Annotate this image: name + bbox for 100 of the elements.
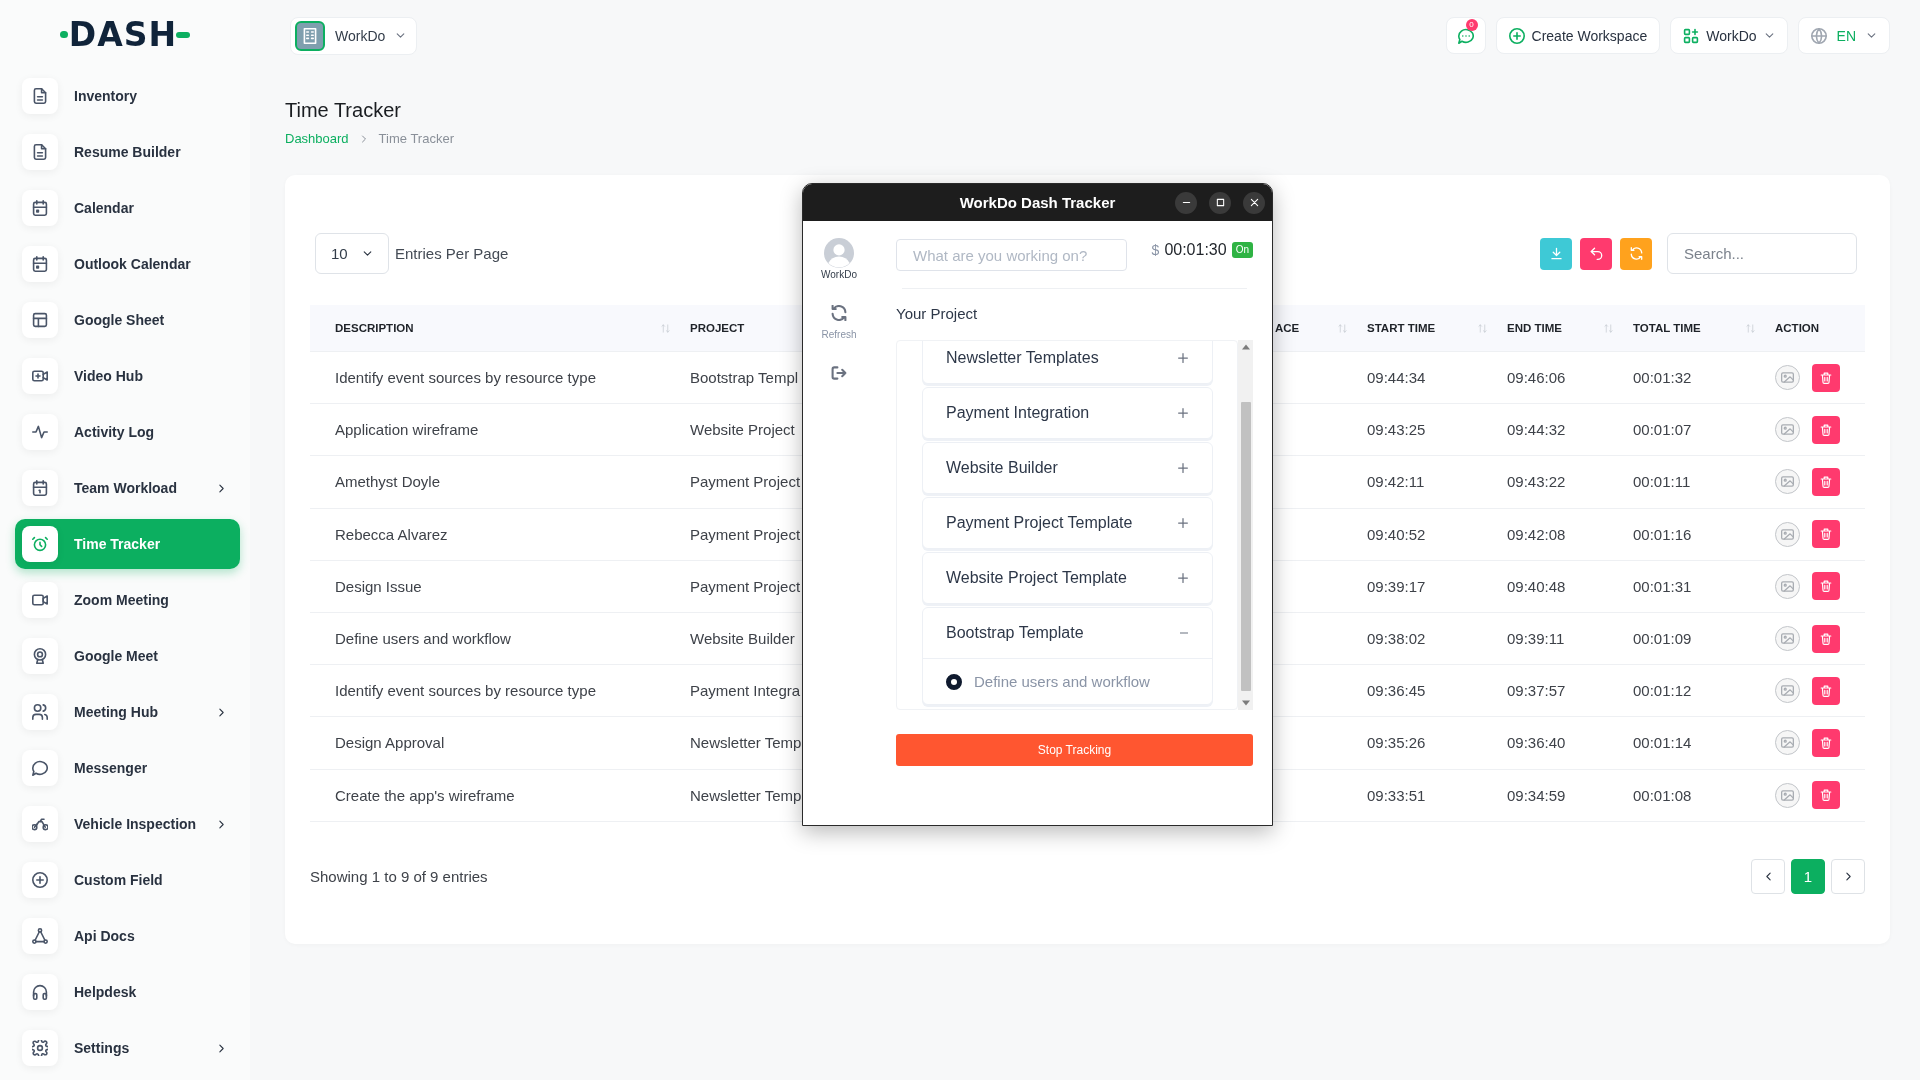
image-icon [1781,736,1794,750]
table-cell: 00:01:11 [1633,473,1691,491]
sidebar-item[interactable]: Custom Field [15,855,240,905]
search-field[interactable]: Search... [1667,233,1857,274]
task-field[interactable]: What are you working on? [896,239,1127,271]
sidebar-item[interactable]: Meeting Hub [15,687,240,737]
project-header[interactable]: Payment Integration [923,388,1212,438]
sidebar-item[interactable]: Google Sheet [15,295,240,345]
trash-icon [1820,528,1832,541]
table-cell: Website Project [690,421,795,439]
table-cell: 09:37:57 [1507,682,1566,700]
column-header[interactable]: ACE [1275,322,1300,334]
delete-button[interactable] [1812,467,1840,496]
view-button[interactable] [1775,521,1800,547]
project-header[interactable]: Newsletter Templates [923,341,1212,383]
sidebar-item[interactable]: Outlook Calendar [15,239,240,289]
pulse-icon [22,414,58,450]
delete-button[interactable] [1812,363,1840,392]
sidebar-item[interactable]: Google Meet [15,631,240,681]
project-header[interactable]: Website Project Template [923,553,1212,603]
view-button[interactable] [1775,730,1800,756]
delete-button[interactable] [1812,624,1840,653]
image-icon [1781,371,1794,385]
maximize-button[interactable] [1209,191,1231,214]
refresh-icon [831,305,847,321]
previous-page-button[interactable] [1751,858,1785,894]
delete-button[interactable] [1812,520,1840,549]
sidebar-item[interactable]: Api Docs [15,911,240,961]
sidebar-item[interactable]: Team Workload [15,463,240,513]
undo-button[interactable] [1580,237,1612,270]
sidebar-item[interactable]: Activity Log [15,407,240,457]
entries-select[interactable]: 10 [315,233,389,274]
project-header[interactable]: Bootstrap Template [923,608,1212,658]
sidebar-item[interactable]: Helpdesk [15,967,240,1017]
table-cell: Design Approval [335,734,445,752]
column-header[interactable]: START TIME [1367,322,1436,334]
view-button[interactable] [1775,469,1800,495]
refresh-button[interactable] [1620,237,1652,270]
table-cell: Application wireframe [335,421,479,439]
column-header[interactable]: END TIME [1507,322,1562,334]
column-header[interactable]: TOTAL TIME [1633,322,1701,334]
download-icon [1549,247,1563,260]
delete-button[interactable] [1812,781,1840,810]
table-cell: 00:01:14 [1633,734,1692,752]
table-cell: 09:36:40 [1507,734,1566,752]
breadcrumb-current: Time Tracker [378,131,454,147]
video-camera-icon [22,582,58,618]
view-button[interactable] [1775,573,1800,599]
sidebar-item[interactable]: Messenger [15,743,240,793]
table-cell: Identify event sources by resource type [335,369,596,387]
chevron-down-icon [1763,30,1775,41]
sidebar-item[interactable]: Vehicle Inspection [15,799,240,849]
table-cell: 09:36:45 [1367,682,1426,700]
table-cell: 00:01:32 [1633,369,1692,387]
calendar-icon [22,470,58,506]
scrollbar-thumb[interactable] [1240,402,1251,691]
table-cell: 09:43:25 [1367,421,1426,439]
table-cell: 09:44:34 [1367,369,1426,387]
workspace-dropdown[interactable]: WorkDo [290,16,418,55]
table-cell: 09:43:22 [1507,473,1566,491]
column-header[interactable]: DESCRIPTION [335,322,414,334]
view-button[interactable] [1775,782,1800,808]
delete-button[interactable] [1812,728,1840,757]
table-cell: Design Issue [335,577,422,595]
sidebar-item[interactable]: Resume Builder [15,127,240,177]
download-button[interactable] [1540,237,1572,270]
create-workspace-button[interactable]: Create Workspace [1495,17,1661,54]
next-page-button[interactable] [1831,858,1865,894]
table-cell: Bootstrap Templ [690,369,799,387]
calendar-icon [22,190,58,226]
delete-button[interactable] [1812,572,1840,601]
view-button[interactable] [1775,626,1800,652]
minimize-button[interactable] [1175,191,1197,214]
sidebar-item[interactable]: Zoom Meeting [15,575,240,625]
notification-badge: 0 [1465,19,1478,31]
trash-icon [1820,371,1832,384]
sidebar-item[interactable]: Video Hub [15,351,240,401]
table-cell: 09:46:06 [1507,369,1566,387]
workspace-menu-button[interactable]: WorkDo [1670,17,1788,54]
view-button[interactable] [1775,365,1800,391]
table-cell: 09:38:02 [1367,630,1426,648]
delete-button[interactable] [1812,415,1840,444]
chat-bubble-icon [22,750,58,786]
view-button[interactable] [1775,678,1800,704]
trash-icon [1820,580,1832,593]
entries-summary: Showing 1 to 9 of 9 entries [310,867,488,885]
grid-icon [1683,27,1700,44]
close-button[interactable] [1243,191,1265,214]
project-header[interactable]: Payment Project Template [923,498,1212,548]
table-cell: Payment Project [690,473,801,491]
maximize-icon [1215,198,1225,207]
sidebar-item[interactable]: Calendar [15,183,240,233]
sidebar-item[interactable]: Settings [15,1023,240,1073]
view-button[interactable] [1775,417,1800,443]
project-header[interactable]: Website Builder [923,443,1212,493]
trash-icon [1820,475,1832,488]
delete-button[interactable] [1812,676,1840,705]
sidebar-item[interactable]: Inventory [15,71,240,121]
trash-icon [1820,736,1832,749]
logout-button[interactable] [831,365,847,381]
